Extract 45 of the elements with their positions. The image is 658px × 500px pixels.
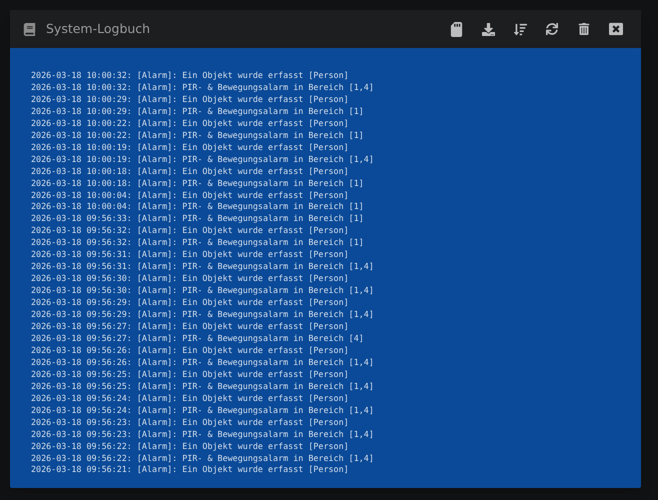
log-line: 2026-03-18 10:00:29: [Alarm]: PIR- & Bewegungsalarm in Bereich [1]	[31, 106, 365, 118]
log-line: 2026-03-18 09:56:27: [Alarm]: PIR- & Bewegungsalarm in Bereich [4]	[31, 332, 365, 345]
log-line: 2026-03-18 09:56:23: [Alarm]: Ein Objekt wurde erfasst [Person]	[31, 416, 350, 429]
refresh-button[interactable]	[543, 20, 561, 38]
book-icon	[23, 22, 36, 36]
log-line: 2026-03-18 10:00:04: [Alarm]: PIR- & Bewegungsalarm in Bereich [1]	[31, 201, 365, 214]
log-line: 2026-03-18 10:00:18: [Alarm]: Ein Objekt wurde erfasst [Person]	[31, 166, 350, 178]
log-line: 2026-03-18 09:56:31: [Alarm]: Ein Objekt wurde erfasst [Person]	[31, 249, 350, 262]
log-line: 2026-03-18 09:56:26: [Alarm]: PIR- & Bewegungsalarm in Bereich [1,4]	[31, 356, 375, 369]
log-line: 2026-03-18 09:56:24: [Alarm]: PIR- & Bewegungsalarm in Bereich [1,4]	[31, 404, 375, 417]
log-line: 2026-03-18 10:00:19: [Alarm]: PIR- & Bewegungsalarm in Bereich [1,4]	[31, 154, 375, 166]
download-icon	[482, 22, 494, 36]
log-line: 2026-03-18 09:56:32: [Alarm]: Ein Objekt wurde erfasst [Person]	[31, 225, 350, 238]
log-line: 2026-03-18 09:56:31: [Alarm]: PIR- & Bewegungsalarm in Bereich [1,4]	[31, 261, 375, 274]
log-line: 2026-03-18 10:00:29: [Alarm]: Ein Objekt wurde erfasst [Person]	[31, 94, 350, 106]
log-line: 2026-03-18 09:56:23: [Alarm]: PIR- & Bewegungsalarm in Bereich [1,4]	[31, 428, 375, 441]
log-line: 2026-03-18 09:56:26: [Alarm]: Ein Objekt wurde erfasst [Person]	[31, 344, 350, 357]
log-line: 2026-03-18 10:00:32: [Alarm]: PIR- & Bewegungsalarm in Bereich [1,4]	[31, 82, 375, 94]
log-line: 2026-03-18 09:56:24: [Alarm]: Ein Objekt wurde erfasst [Person]	[31, 392, 350, 405]
log-line: 2026-03-18 09:56:30: [Alarm]: Ein Objekt wurde erfasst [Person]	[31, 273, 350, 286]
log-line: 2026-03-18 09:56:21: [Alarm]: Ein Objekt wurde erfasst [Person]	[31, 464, 350, 476]
log-line: 2026-03-18 09:56:25: [Alarm]: PIR- & Bewegungsalarm in Bereich [1,4]	[31, 380, 375, 393]
trash-icon	[578, 23, 590, 35]
log-line: 2026-03-18 10:00:22: [Alarm]: Ein Objekt wurde erfasst [Person]	[31, 118, 350, 130]
close-icon	[609, 22, 623, 36]
close-button[interactable]	[607, 20, 625, 38]
log-line: 2026-03-18 09:56:25: [Alarm]: Ein Objekt wurde erfasst [Person]	[31, 368, 350, 381]
log-line: 2026-03-18 10:00:32: [Alarm]: Ein Objekt wurde erfasst [Person]	[31, 70, 350, 82]
log-line: 2026-03-18 09:56:29: [Alarm]: Ein Objekt wurde erfasst [Person]	[31, 297, 350, 310]
log-line: 2026-03-18 09:56:22: [Alarm]: PIR- & Bewegungsalarm in Bereich [1,4]	[31, 452, 375, 464]
window-title: System-Logbuch	[46, 20, 150, 38]
log-line: 2026-03-18 09:56:22: [Alarm]: Ein Objekt wurde erfasst [Person]	[31, 440, 350, 452]
sort-icon	[514, 22, 526, 36]
log-line: 2026-03-18 09:56:29: [Alarm]: PIR- & Bewegungsalarm in Bereich [1,4]	[31, 309, 375, 322]
log-line: 2026-03-18 10:00:22: [Alarm]: PIR- & Bewegungsalarm in Bereich [1]	[31, 130, 365, 142]
sd-card-icon	[448, 22, 464, 36]
log-line: 2026-03-18 10:00:04: [Alarm]: Ein Objekt wurde erfasst [Person]	[31, 190, 350, 202]
refresh-icon	[546, 23, 558, 35]
log-line: 2026-03-18 10:00:19: [Alarm]: Ein Objekt wurde erfasst [Person]	[31, 142, 350, 154]
download-button[interactable]	[479, 20, 497, 38]
log-line: 2026-03-18 09:56:32: [Alarm]: PIR- & Bewegungsalarm in Bereich [1]	[31, 237, 365, 250]
log-line: 2026-03-18 09:56:33: [Alarm]: PIR- & Bewegungsalarm in Bereich [1]	[31, 213, 365, 226]
log-line: 2026-03-18 10:00:18: [Alarm]: PIR- & Bewegungsalarm in Bereich [1]	[31, 178, 365, 190]
log-line: 2026-03-18 09:56:30: [Alarm]: PIR- & Bewegungsalarm in Bereich [1,4]	[31, 285, 375, 298]
log-line: 2026-03-18 09:56:27: [Alarm]: Ein Objekt wurde erfasst [Person]	[31, 321, 350, 333]
